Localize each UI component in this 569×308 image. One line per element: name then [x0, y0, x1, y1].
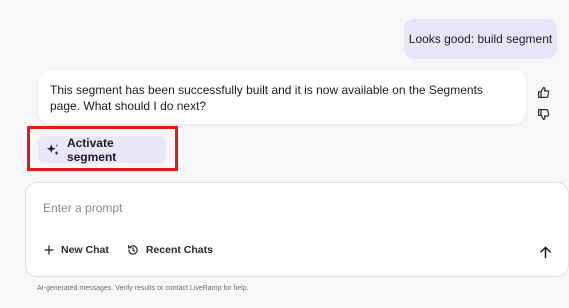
message-feedback — [535, 84, 551, 128]
user-message-bubble: Looks good: build segment — [404, 19, 557, 59]
new-chat-button[interactable]: New Chat — [44, 244, 109, 256]
new-chat-label: New Chat — [61, 244, 109, 256]
plus-icon — [44, 245, 54, 255]
chat-window: Looks good: build segment This segment h… — [0, 0, 569, 308]
prompt-input[interactable] — [43, 198, 523, 218]
sparkle-icon — [46, 143, 59, 155]
assistant-message-text: This segment has been successfully built… — [50, 83, 483, 113]
history-icon — [127, 245, 138, 255]
user-message-text: Looks good: build segment — [408, 32, 553, 46]
send-button[interactable] — [536, 243, 554, 261]
thumbs-up-icon[interactable] — [535, 84, 551, 100]
prompt-actions: New Chat Recent Chats — [44, 244, 231, 256]
prompt-panel: New Chat Recent Chats — [25, 182, 569, 277]
thumbs-down-icon[interactable] — [535, 106, 551, 122]
recent-chats-label: Recent Chats — [145, 244, 213, 256]
recent-chats-button[interactable]: Recent Chats — [127, 244, 213, 256]
activate-segment-button[interactable]: Activate segment — [38, 135, 166, 164]
arrow-up-icon — [539, 246, 551, 258]
ai-disclaimer: AI-generated messages. Verify results or… — [37, 285, 249, 292]
activate-segment-label: Activate segment — [66, 135, 117, 164]
assistant-message-bubble: This segment has been successfully built… — [38, 70, 526, 124]
